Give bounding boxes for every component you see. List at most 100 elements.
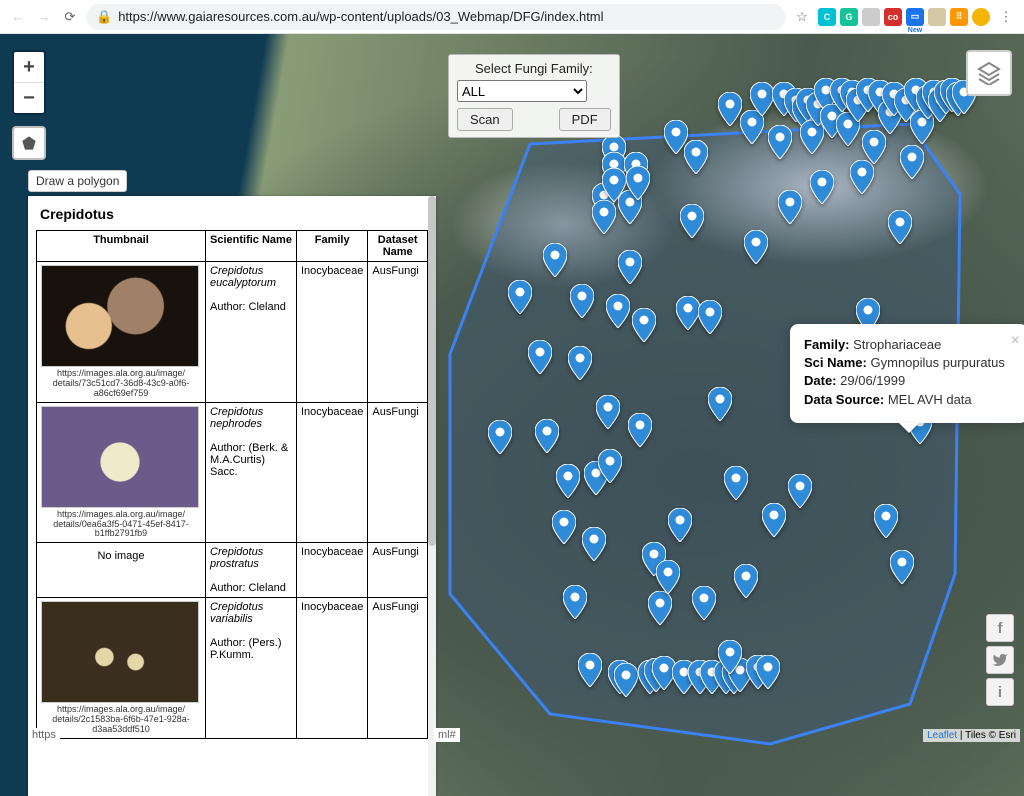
extension-icon[interactable]: ⠿ bbox=[950, 8, 968, 26]
map-pin[interactable] bbox=[718, 92, 742, 126]
scientific-name-cell: Crepidotus nephrodesAuthor: (Berk. & M.A… bbox=[206, 402, 297, 543]
map-pin[interactable] bbox=[724, 466, 748, 500]
panel-scrollbar[interactable] bbox=[428, 196, 436, 796]
reload-button[interactable]: ⟳ bbox=[60, 7, 80, 27]
map-pin[interactable] bbox=[788, 474, 812, 508]
layers-icon bbox=[977, 61, 1001, 85]
map-pin[interactable] bbox=[734, 564, 758, 598]
zoom-out-button[interactable]: − bbox=[14, 83, 44, 113]
address-bar[interactable]: 🔒 https://www.gaiaresources.com.au/wp-co… bbox=[86, 4, 786, 30]
map-pin[interactable] bbox=[543, 243, 567, 277]
extension-icon[interactable]: C bbox=[818, 8, 836, 26]
map-pin[interactable] bbox=[888, 210, 912, 244]
map-pin[interactable] bbox=[676, 296, 700, 330]
popup-close-icon[interactable]: × bbox=[1011, 330, 1020, 352]
map-pin[interactable] bbox=[708, 387, 732, 421]
map-pin[interactable] bbox=[900, 145, 924, 179]
map-pin[interactable] bbox=[656, 560, 680, 594]
map-pin[interactable] bbox=[592, 200, 616, 234]
map-pin[interactable] bbox=[618, 250, 642, 284]
map-pin[interactable] bbox=[874, 504, 898, 538]
map-pin[interactable] bbox=[614, 663, 638, 697]
bookmark-star-icon[interactable]: ☆ bbox=[792, 7, 812, 27]
map-pin[interactable] bbox=[632, 308, 656, 342]
map-pin[interactable] bbox=[598, 449, 622, 483]
lock-icon: 🔒 bbox=[96, 9, 112, 25]
extension-icon[interactable]: G bbox=[840, 8, 858, 26]
map-pin[interactable] bbox=[535, 419, 559, 453]
table-row: https://images.ala.org.au/image/details/… bbox=[37, 598, 428, 739]
no-image-text: No image bbox=[41, 546, 201, 566]
map-pin[interactable] bbox=[606, 294, 630, 328]
map-pin[interactable] bbox=[528, 340, 552, 374]
map-pin[interactable] bbox=[810, 170, 834, 204]
dataset-cell: AusFungi bbox=[368, 598, 428, 739]
forward-button[interactable]: → bbox=[34, 7, 54, 27]
map-pin[interactable] bbox=[750, 82, 774, 116]
table-row: No imageCrepidotus prostratusAuthor: Cle… bbox=[37, 543, 428, 598]
thumbnail-image[interactable] bbox=[41, 265, 199, 367]
browser-menu-icon[interactable]: ⋮ bbox=[996, 7, 1016, 27]
map-pin[interactable] bbox=[756, 655, 780, 689]
profile-avatar-icon[interactable] bbox=[972, 8, 990, 26]
map-pin[interactable] bbox=[762, 503, 786, 537]
feature-popup: × Family: Strophariaceae Sci Name: Gymno… bbox=[790, 324, 1024, 423]
thumbnail-caption: https://images.ala.org.au/image/details/… bbox=[41, 510, 201, 540]
column-header: Scientific Name bbox=[206, 231, 297, 262]
map-pin[interactable] bbox=[556, 464, 580, 498]
leaflet-link[interactable]: Leaflet bbox=[927, 730, 957, 741]
url-text: https://www.gaiaresources.com.au/wp-cont… bbox=[118, 9, 603, 24]
map-pin[interactable] bbox=[890, 550, 914, 584]
map-pin[interactable] bbox=[768, 125, 792, 159]
thumbnail-cell: No image bbox=[37, 543, 206, 598]
map-pin[interactable] bbox=[698, 300, 722, 334]
family-cell: Inocybaceae bbox=[296, 598, 367, 739]
map-pin[interactable] bbox=[570, 284, 594, 318]
map-attribution: Leaflet | Tiles © Esri bbox=[923, 729, 1020, 742]
extension-icon[interactable] bbox=[862, 8, 880, 26]
social-links: f i bbox=[986, 614, 1014, 706]
back-button[interactable]: ← bbox=[8, 7, 28, 27]
layers-control[interactable] bbox=[966, 50, 1012, 96]
map-pin[interactable] bbox=[508, 280, 532, 314]
map-pin[interactable] bbox=[778, 190, 802, 224]
thumbnail-image[interactable] bbox=[41, 601, 199, 703]
popup-sci-label: Sci Name: bbox=[804, 355, 867, 370]
zoom-in-button[interactable]: + bbox=[14, 52, 44, 83]
pdf-button[interactable]: PDF bbox=[559, 108, 611, 131]
map-pin[interactable] bbox=[744, 230, 768, 264]
map-pin[interactable] bbox=[692, 586, 716, 620]
map-pin[interactable] bbox=[568, 346, 592, 380]
table-row: https://images.ala.org.au/image/details/… bbox=[37, 262, 428, 403]
map-pin[interactable] bbox=[862, 130, 886, 164]
map-pin[interactable] bbox=[626, 166, 650, 200]
info-icon[interactable]: i bbox=[986, 678, 1014, 706]
family-select[interactable]: ALL bbox=[457, 80, 587, 102]
map-pin[interactable] bbox=[684, 140, 708, 174]
draw-polygon-button[interactable] bbox=[12, 126, 46, 160]
twitter-icon[interactable] bbox=[986, 646, 1014, 674]
scan-button[interactable]: Scan bbox=[457, 108, 513, 131]
map-pin[interactable] bbox=[718, 640, 742, 674]
extension-icon[interactable] bbox=[928, 8, 946, 26]
map-pin[interactable] bbox=[488, 420, 512, 454]
popup-family-label: Family: bbox=[804, 337, 850, 352]
map-pin[interactable] bbox=[596, 395, 620, 429]
thumbnail-image[interactable] bbox=[41, 406, 199, 508]
map-pin[interactable] bbox=[850, 160, 874, 194]
extension-icon[interactable]: co bbox=[884, 8, 902, 26]
scientific-name-cell: Crepidotus eucalyptorumAuthor: Cleland bbox=[206, 262, 297, 403]
map-pin[interactable] bbox=[680, 204, 704, 238]
map-pin[interactable] bbox=[563, 585, 587, 619]
family-cell: Inocybaceae bbox=[296, 543, 367, 598]
map-pin[interactable] bbox=[582, 527, 606, 561]
map-viewport: + − Draw a polygon Select Fungi Family: … bbox=[0, 34, 1024, 796]
map-pin[interactable] bbox=[668, 508, 692, 542]
map-pin[interactable] bbox=[578, 653, 602, 687]
map-pin[interactable] bbox=[628, 413, 652, 447]
facebook-icon[interactable]: f bbox=[986, 614, 1014, 642]
extension-icon[interactable]: ▭ bbox=[906, 8, 924, 26]
map-pin[interactable] bbox=[552, 510, 576, 544]
map-pin[interactable] bbox=[648, 591, 672, 625]
extension-icons: C G co ▭ ⠿ bbox=[818, 8, 990, 26]
